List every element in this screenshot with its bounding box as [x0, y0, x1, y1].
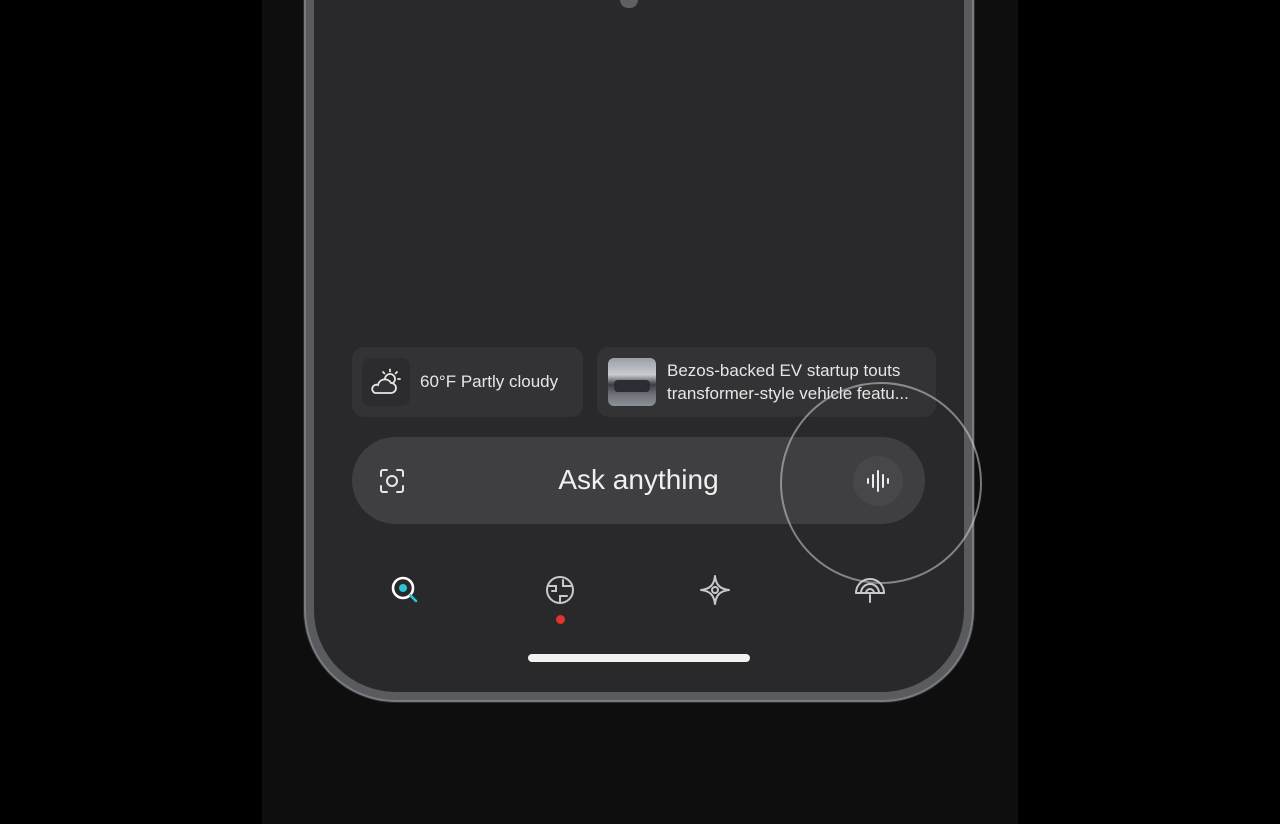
news-headline-line1: Bezos-backed EV startup touts — [667, 361, 901, 380]
notification-dot — [556, 615, 565, 624]
nav-search[interactable] — [387, 572, 423, 608]
ask-input[interactable]: Ask anything — [352, 464, 925, 496]
voice-waveform-icon — [867, 470, 889, 492]
partly-cloudy-icon — [371, 368, 401, 394]
news-headline: Bezos-backed EV startup touts transforme… — [667, 359, 929, 405]
nav-library[interactable] — [852, 572, 888, 608]
news-thumbnail — [608, 358, 656, 406]
search-icon — [391, 576, 418, 603]
nav-spaces[interactable] — [697, 572, 733, 608]
news-headline-line2: transformer-style vehicle featu... — [667, 384, 909, 403]
weather-icon-box — [362, 358, 410, 406]
home-indicator[interactable] — [528, 654, 750, 662]
weather-text: 60°F Partly cloudy — [420, 372, 559, 391]
sparkle-icon — [700, 575, 730, 605]
news-card[interactable]: Bezos-backed EV startup touts transforme… — [597, 347, 936, 417]
ask-bar[interactable]: Ask anything — [352, 437, 925, 524]
weather-card[interactable]: 60°F Partly cloudy — [352, 347, 583, 417]
voice-button[interactable] — [853, 456, 903, 506]
nav-discover[interactable] — [542, 572, 578, 608]
globe-icon — [546, 576, 574, 604]
broadcast-icon — [855, 578, 885, 603]
